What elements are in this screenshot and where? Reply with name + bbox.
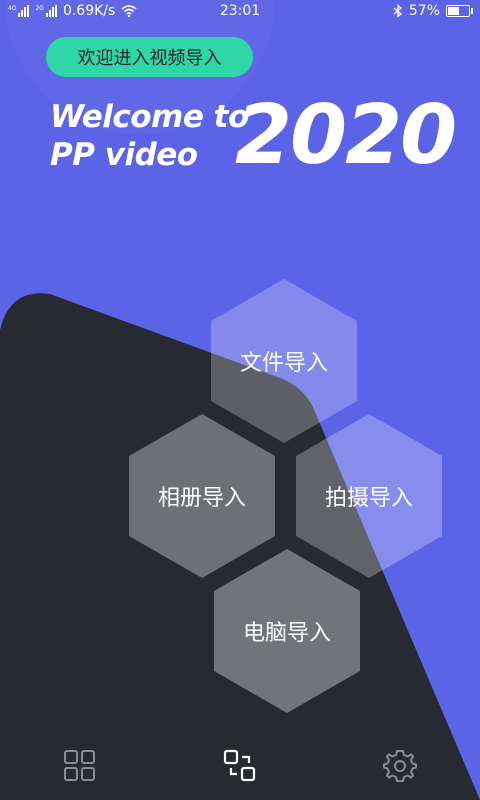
- welcome-pill: 欢迎进入视频导入: [46, 37, 253, 77]
- year-text: 2020: [235, 88, 457, 183]
- gear-icon: [383, 750, 417, 782]
- welcome-title-line2: PP video: [50, 137, 198, 173]
- battery-icon: [446, 5, 473, 17]
- computer-import-button[interactable]: 电脑导入: [208, 546, 366, 716]
- status-bar: 4G 2G 0.69K/s 23:01 57%: [0, 0, 480, 24]
- camera-import-label: 拍摄导入: [324, 486, 413, 511]
- album-import-label: 相册导入: [157, 486, 246, 511]
- swap-icon: [223, 749, 256, 782]
- video-import-screen: 4G 2G 0.69K/s 23:01 57% 欢迎进入视频导入 Welcome…: [0, 0, 480, 800]
- welcome-title-line1: Welcome to: [50, 99, 249, 135]
- computer-import-label: 电脑导入: [242, 621, 331, 646]
- nav-swap-button[interactable]: [222, 748, 258, 784]
- nav-grid-button[interactable]: [62, 748, 98, 784]
- file-import-label: 文件导入: [239, 351, 328, 376]
- grid-icon: [64, 750, 95, 781]
- battery-percent: 57%: [408, 3, 440, 19]
- nav-settings-button[interactable]: [382, 748, 418, 784]
- welcome-title: Welcome to PP video: [50, 98, 249, 174]
- bluetooth-icon: [393, 4, 402, 18]
